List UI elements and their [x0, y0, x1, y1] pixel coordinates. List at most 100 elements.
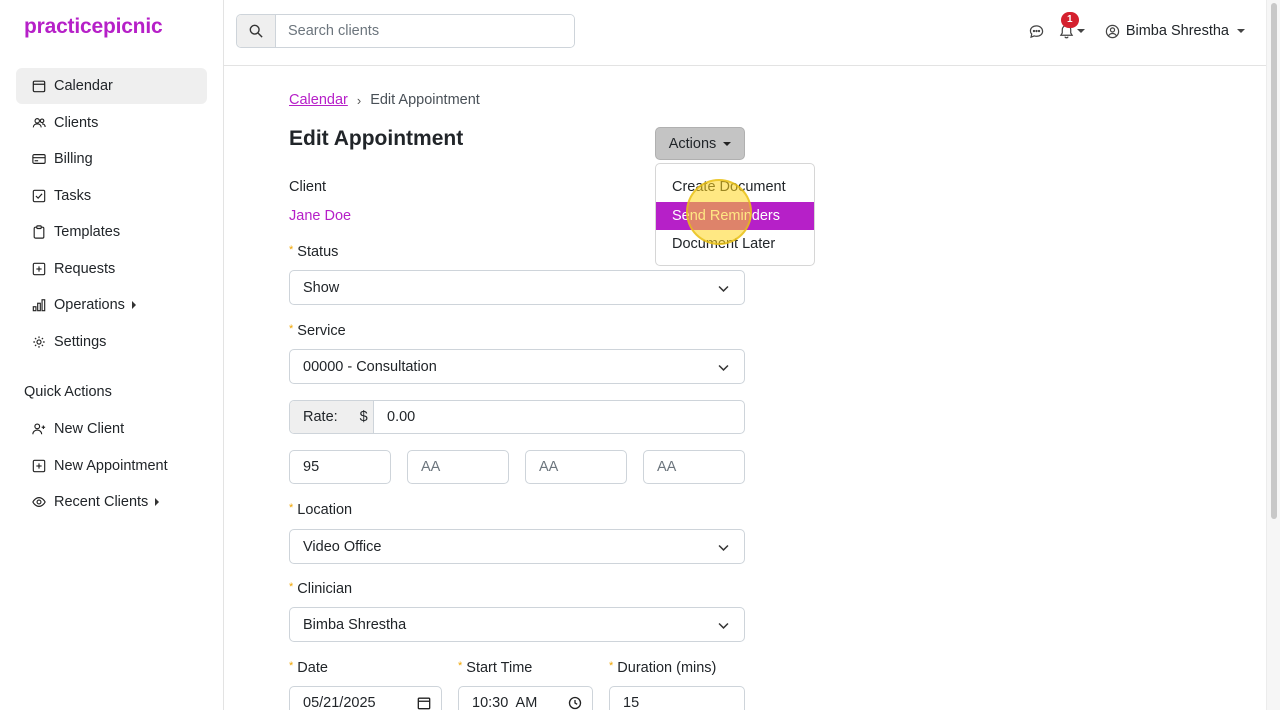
breadcrumb-current: Edit Appointment: [370, 92, 480, 108]
breadcrumb-calendar-link[interactable]: Calendar: [289, 92, 348, 108]
chevron-down-icon: [1237, 29, 1245, 33]
required-asterisk: *: [289, 581, 294, 593]
menu-item-create-document[interactable]: Create Document: [656, 173, 814, 202]
actions-dropdown-menu: Create Document Send Reminders Document …: [655, 163, 815, 266]
service-select[interactable]: 00000 - Consultation: [289, 349, 745, 384]
chat-icon: [1029, 24, 1044, 38]
duration-input[interactable]: 15: [609, 686, 745, 710]
start-time-input[interactable]: 10:30 AM: [458, 686, 593, 710]
chevron-down-icon: [723, 141, 732, 146]
status-value: Show: [303, 279, 340, 296]
search-icon[interactable]: [237, 15, 276, 47]
rate-label: Rate:: [303, 409, 338, 425]
sidebar-item-calendar[interactable]: Calendar: [16, 68, 207, 104]
sidebar-item-tasks[interactable]: Tasks: [16, 178, 207, 214]
calendar-icon[interactable]: [417, 696, 431, 710]
menu-item-document-later[interactable]: Document Later: [656, 230, 814, 259]
service-label-text: Service: [297, 323, 346, 339]
chevron-down-icon: [1076, 29, 1085, 33]
scrollbar-thumb[interactable]: [1271, 3, 1277, 519]
quick-action-label: New Appointment: [54, 457, 168, 474]
sidebar-item-billing[interactable]: Billing: [16, 141, 207, 177]
location-label: * Location: [289, 502, 352, 518]
bar-chart-icon: [32, 298, 46, 312]
sidebar-item-templates[interactable]: Templates: [16, 214, 207, 250]
modifier-input-1[interactable]: 95: [289, 450, 391, 484]
required-asterisk: *: [289, 244, 294, 256]
notifications-button[interactable]: 1: [1059, 11, 1085, 39]
page-scrollbar[interactable]: [1266, 0, 1280, 710]
sidebar-item-label: Templates: [54, 224, 121, 240]
rate-input-group: Rate: $ 0.00: [289, 400, 745, 434]
client-name-link[interactable]: Jane Doe: [289, 208, 351, 224]
actions-button[interactable]: Actions: [655, 127, 745, 160]
modifier-input-3[interactable]: AA: [525, 450, 627, 484]
location-select[interactable]: Video Office: [289, 529, 745, 564]
user-circle-icon: [1105, 24, 1120, 38]
clinician-label: * Clinician: [289, 581, 352, 597]
quick-action-recent-clients[interactable]: Recent Clients: [16, 484, 207, 520]
required-asterisk: *: [458, 660, 463, 672]
actions-label: Actions: [668, 135, 717, 152]
checkbox-icon: [32, 189, 46, 203]
sidebar-item-label: Tasks: [54, 187, 92, 204]
clipboard-icon: [32, 225, 46, 239]
calendar-plus-icon: [32, 459, 46, 473]
rate-input[interactable]: 0.00: [374, 401, 744, 433]
credit-card-icon: [32, 152, 46, 166]
sidebar-item-clients[interactable]: Clients: [16, 105, 207, 141]
status-label-text: Status: [297, 244, 339, 260]
sidebar: practicepicnic Calendar Clients Billing …: [0, 0, 224, 710]
status-select[interactable]: Show: [289, 270, 745, 305]
clinician-label-text: Clinician: [297, 581, 353, 597]
person-add-icon: [32, 422, 46, 436]
date-input[interactable]: 05/21/2025: [289, 686, 442, 710]
search-input[interactable]: [276, 15, 574, 47]
user-menu[interactable]: Bimba Shrestha: [1105, 23, 1245, 39]
menu-item-send-reminders[interactable]: Send Reminders: [656, 201, 814, 230]
sidebar-item-requests[interactable]: Requests: [16, 251, 207, 287]
duration-label-text: Duration (mins): [617, 660, 717, 676]
sidebar-nav: Calendar Clients Billing Tasks Templates: [16, 68, 207, 360]
clock-icon[interactable]: [568, 696, 582, 710]
location-value: Video Office: [303, 538, 382, 555]
required-asterisk: *: [289, 502, 294, 514]
duration-label: * Duration (mins): [609, 660, 716, 676]
page-title: Edit Appointment: [289, 127, 464, 150]
quick-action-label: New Client: [54, 421, 125, 437]
sidebar-item-operations[interactable]: Operations: [16, 287, 207, 323]
date-label-text: Date: [297, 660, 328, 676]
client-label: Client: [289, 179, 327, 195]
clinician-select[interactable]: Bimba Shrestha: [289, 607, 745, 642]
service-value: 00000 - Consultation: [303, 358, 437, 375]
quick-actions: New Client New Appointment Recent Client…: [16, 411, 207, 521]
chevron-down-icon: [718, 364, 729, 371]
chevron-down-icon: [718, 285, 729, 292]
eye-icon: [32, 495, 46, 509]
sidebar-item-label: Settings: [54, 333, 107, 350]
modifier-input-2[interactable]: AA: [407, 450, 509, 484]
app-logo[interactable]: practicepicnic: [24, 15, 163, 39]
quick-action-new-client[interactable]: New Client: [16, 411, 207, 447]
sidebar-item-settings[interactable]: Settings: [16, 324, 207, 360]
gear-icon: [32, 335, 46, 349]
sidebar-item-label: Calendar: [54, 78, 113, 94]
required-asterisk: *: [289, 660, 294, 672]
quick-action-new-appointment[interactable]: New Appointment: [16, 448, 207, 484]
rate-currency: $: [359, 409, 368, 425]
modifier-input-4[interactable]: AA: [643, 450, 745, 484]
service-label: * Service: [289, 323, 346, 339]
sidebar-item-label: Operations: [54, 297, 125, 313]
calendar-icon: [32, 79, 46, 93]
users-icon: [32, 116, 46, 130]
status-label: * Status: [289, 244, 338, 260]
header-icons: 1 Bimba Shrestha: [1029, 0, 1266, 62]
user-name: Bimba Shrestha: [1125, 23, 1229, 39]
chat-button[interactable]: [1029, 24, 1044, 39]
rate-prefix: Rate: $: [290, 401, 374, 433]
clinician-value: Bimba Shrestha: [303, 616, 407, 633]
sidebar-item-label: Billing: [54, 151, 93, 167]
sidebar-item-label: Clients: [54, 114, 99, 131]
notification-badge: 1: [1060, 11, 1079, 28]
top-header: 1 Bimba Shrestha: [224, 0, 1266, 66]
